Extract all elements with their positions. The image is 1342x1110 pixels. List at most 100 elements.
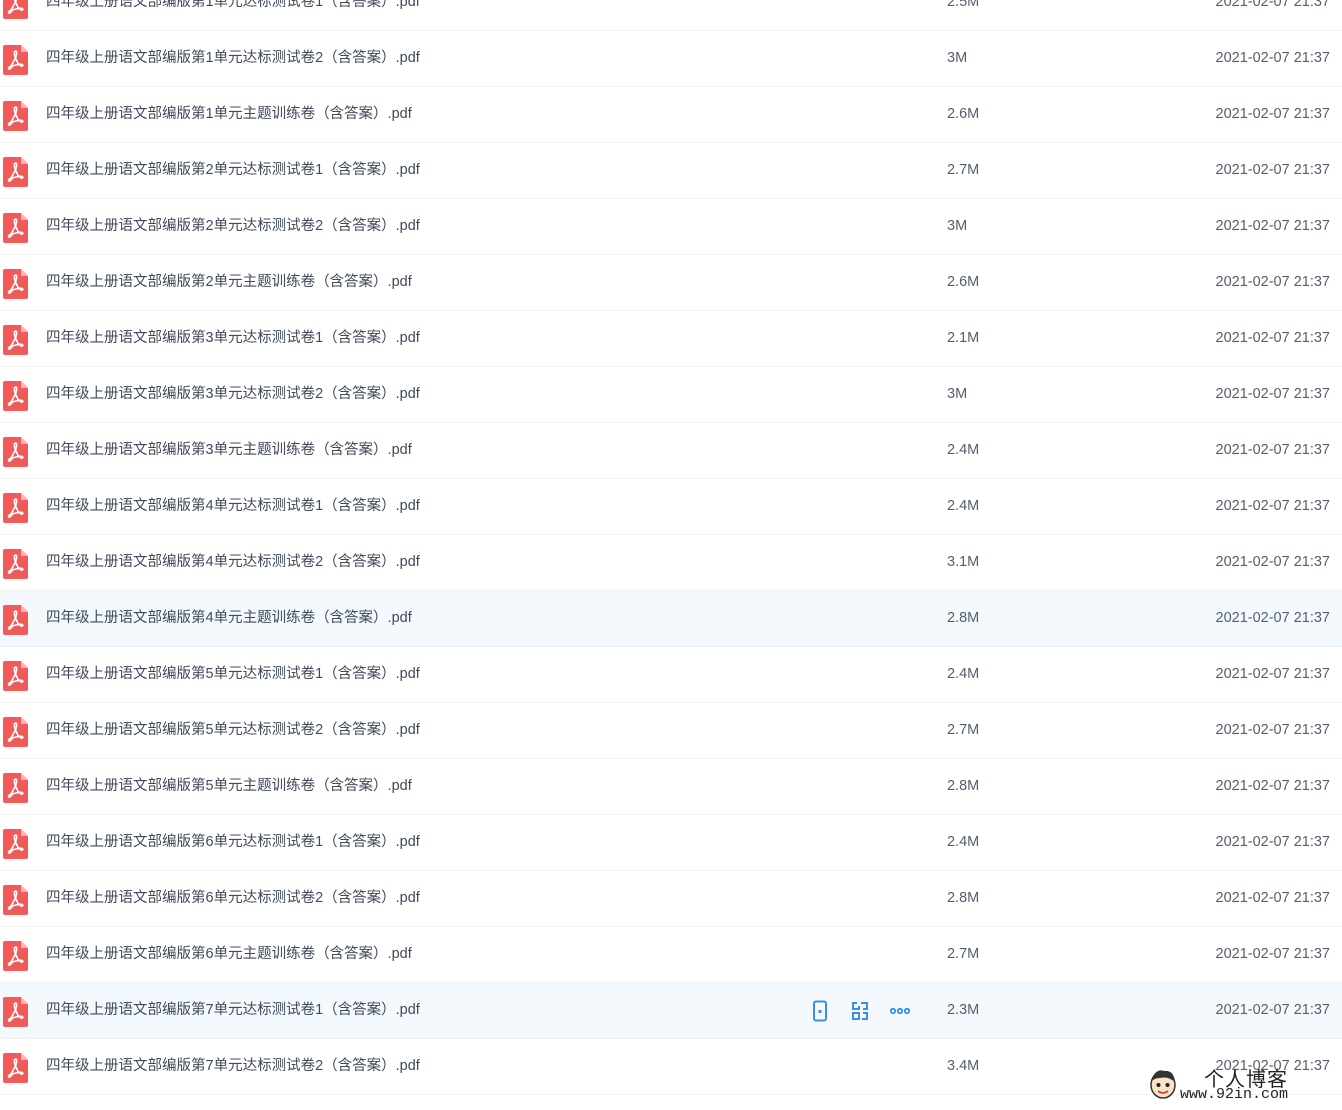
file-date: 2021-02-07 21:37 xyxy=(1215,834,1331,850)
file-row[interactable]: 四年级上册语文部编版第5单元达标测试卷1（含答案）.pdf 2.4M 2021-02… xyxy=(0,647,1342,703)
file-row[interactable]: 四年级上册语文部编版第7单元达标测试卷2（含答案）.pdf 3.4M 2021-02… xyxy=(0,1039,1342,1095)
file-size: 2.8M xyxy=(947,778,980,794)
file-name[interactable]: 四年级上册语文部编版第6单元主题训练卷（含答案）.pdf xyxy=(46,927,412,982)
file-name[interactable]: 四年级上册语文部编版第5单元达标测试卷1（含答案）.pdf xyxy=(46,647,420,702)
more-icon[interactable] xyxy=(888,999,912,1023)
file-row[interactable]: 四年级上册语文部编版第5单元主题训练卷（含答案）.pdf 2.8M 2021-02-… xyxy=(0,759,1342,815)
file-row[interactable]: 四年级上册语文部编版第2单元达标测试卷2（含答案）.pdf 3M 2021-02-0… xyxy=(0,199,1342,255)
file-row[interactable]: 四年级上册语文部编版第6单元主题训练卷（含答案）.pdf 2.7M 2021-02-… xyxy=(0,927,1342,983)
file-date: 2021-02-07 21:37 xyxy=(1215,778,1331,794)
file-name[interactable]: 四年级上册语文部编版第4单元达标测试卷1（含答案）.pdf xyxy=(46,479,420,534)
file-name[interactable]: 四年级上册语文部编版第1单元达标测试卷1（含答案）.pdf xyxy=(46,0,420,30)
file-date: 2021-02-07 21:37 xyxy=(1215,218,1331,234)
file-date: 2021-02-07 21:37 xyxy=(1215,722,1331,738)
file-size: 3.1M xyxy=(947,554,980,570)
pdf-icon xyxy=(3,1053,28,1083)
share-link-icon[interactable] xyxy=(848,999,872,1023)
file-name[interactable]: 四年级上册语文部编版第4单元达标测试卷2（含答案）.pdf xyxy=(46,535,420,590)
file-name[interactable]: 四年级上册语文部编版第5单元达标测试卷2（含答案）.pdf xyxy=(46,703,420,758)
pdf-icon xyxy=(3,157,28,187)
file-date: 2021-02-07 21:37 xyxy=(1215,0,1331,10)
file-size: 2.1M xyxy=(947,330,980,346)
pdf-icon xyxy=(3,45,28,75)
file-size: 2.3M xyxy=(947,1002,980,1018)
file-row[interactable]: 四年级上册语文部编版第2单元达标测试卷1（含答案）.pdf 2.7M 2021-02… xyxy=(0,143,1342,199)
pdf-icon xyxy=(3,269,28,299)
file-row[interactable]: 四年级上册语文部编版第2单元主题训练卷（含答案）.pdf 2.6M 2021-02-… xyxy=(0,255,1342,311)
pdf-icon xyxy=(3,829,28,859)
file-size: 2.4M xyxy=(947,498,980,514)
file-name[interactable]: 四年级上册语文部编版第3单元达标测试卷2（含答案）.pdf xyxy=(46,367,420,422)
watermark-url: www.92in.com xyxy=(1180,1086,1289,1103)
file-row[interactable]: 四年级上册语文部编版第3单元达标测试卷2（含答案）.pdf 3M 2021-02-0… xyxy=(0,367,1342,423)
file-name[interactable]: 四年级上册语文部编版第3单元达标测试卷1（含答案）.pdf xyxy=(46,311,420,366)
pdf-icon xyxy=(3,213,28,243)
pdf-icon xyxy=(3,493,28,523)
file-row[interactable]: 四年级上册语文部编版第1单元达标测试卷2（含答案）.pdf 3M 2021-02-0… xyxy=(0,31,1342,87)
pdf-icon xyxy=(3,661,28,691)
file-date: 2021-02-07 21:37 xyxy=(1215,162,1331,178)
file-row[interactable]: 四年级上册语文部编版第4单元达标测试卷2（含答案）.pdf 3.1M 2021-02… xyxy=(0,535,1342,591)
file-name[interactable]: 四年级上册语文部编版第7单元达标测试卷1（含答案）.pdf xyxy=(46,983,420,1038)
pdf-icon xyxy=(3,437,28,467)
file-name[interactable]: 四年级上册语文部编版第7单元达标测试卷2（含答案）.pdf xyxy=(46,1039,420,1094)
file-size: 2.7M xyxy=(947,946,980,962)
file-date: 2021-02-07 21:37 xyxy=(1215,610,1331,626)
file-date: 2021-02-07 21:37 xyxy=(1215,554,1331,570)
file-date: 2021-02-07 21:37 xyxy=(1215,946,1331,962)
file-row[interactable]: 四年级上册语文部编版第6单元达标测试卷2（含答案）.pdf 2.8M 2021-02… xyxy=(0,871,1342,927)
file-name[interactable]: 四年级上册语文部编版第2单元达标测试卷2（含答案）.pdf xyxy=(46,199,420,254)
file-row[interactable]: 四年级上册语文部编版第6单元达标测试卷1（含答案）.pdf 2.4M 2021-02… xyxy=(0,815,1342,871)
pdf-icon xyxy=(3,773,28,803)
file-row[interactable]: 四年级上册语文部编版第3单元达标测试卷1（含答案）.pdf 2.1M 2021-02… xyxy=(0,311,1342,367)
file-row[interactable]: 四年级上册语文部编版第3单元主题训练卷（含答案）.pdf 2.4M 2021-02-… xyxy=(0,423,1342,479)
file-size: 2.6M xyxy=(947,106,980,122)
file-row[interactable]: 四年级上册语文部编版第4单元达标测试卷1（含答案）.pdf 2.4M 2021-02… xyxy=(0,479,1342,535)
file-size: 2.4M xyxy=(947,442,980,458)
file-name[interactable]: 四年级上册语文部编版第6单元达标测试卷2（含答案）.pdf xyxy=(46,871,420,926)
file-row[interactable]: 四年级上册语文部编版第7单元达标测试卷1（含答案）.pdf 2.3M 2021-02… xyxy=(0,983,1342,1039)
file-row[interactable]: 四年级上册语文部编版第5单元达标测试卷2（含答案）.pdf 2.7M 2021-02… xyxy=(0,703,1342,759)
file-date: 2021-02-07 21:37 xyxy=(1215,274,1331,290)
file-date: 2021-02-07 21:37 xyxy=(1215,498,1331,514)
pdf-icon xyxy=(3,0,28,19)
file-name[interactable]: 四年级上册语文部编版第4单元主题训练卷（含答案）.pdf xyxy=(46,591,412,646)
file-name[interactable]: 四年级上册语文部编版第3单元主题训练卷（含答案）.pdf xyxy=(46,423,412,478)
pdf-icon xyxy=(3,997,28,1027)
file-row[interactable]: 四年级上册语文部编版第4单元主题训练卷（含答案）.pdf 2.8M 2021-02-… xyxy=(0,591,1342,647)
pdf-icon xyxy=(3,381,28,411)
file-name[interactable]: 四年级上册语文部编版第2单元达标测试卷1（含答案）.pdf xyxy=(46,143,420,198)
file-size: 2.4M xyxy=(947,834,980,850)
file-size: 3M xyxy=(947,218,968,234)
file-size: 2.8M xyxy=(947,890,980,906)
file-name[interactable]: 四年级上册语文部编版第2单元主题训练卷（含答案）.pdf xyxy=(46,255,412,310)
cartoon-face-icon xyxy=(1150,1070,1176,1099)
file-size: 2.5M xyxy=(947,0,980,10)
file-date: 2021-02-07 21:37 xyxy=(1215,890,1331,906)
file-size: 2.6M xyxy=(947,274,980,290)
file-date: 2021-02-07 21:37 xyxy=(1215,1002,1331,1018)
file-row[interactable]: 四年级上册语文部编版第1单元主题训练卷（含答案）.pdf 2.6M 2021-02-… xyxy=(0,87,1342,143)
file-size: 3M xyxy=(947,50,968,66)
pdf-icon xyxy=(3,101,28,131)
file-date: 2021-02-07 21:37 xyxy=(1215,442,1331,458)
file-list: 四年级上册语文部编版第1单元达标测试卷1（含答案）.pdf 2.5M 2021-02… xyxy=(0,0,1342,1095)
phone-icon[interactable] xyxy=(808,999,832,1023)
file-name[interactable]: 四年级上册语文部编版第1单元主题训练卷（含答案）.pdf xyxy=(46,87,412,142)
file-name[interactable]: 四年级上册语文部编版第6单元达标测试卷1（含答案）.pdf xyxy=(46,815,420,870)
file-size: 2.4M xyxy=(947,666,980,682)
file-row[interactable]: 四年级上册语文部编版第1单元达标测试卷1（含答案）.pdf 2.5M 2021-02… xyxy=(0,0,1342,31)
pdf-icon xyxy=(3,549,28,579)
file-date: 2021-02-07 21:37 xyxy=(1215,386,1331,402)
file-name[interactable]: 四年级上册语文部编版第1单元达标测试卷2（含答案）.pdf xyxy=(46,31,420,86)
watermark: 个人博客 www.92in.com xyxy=(1148,1066,1328,1106)
pdf-icon xyxy=(3,605,28,635)
pdf-icon xyxy=(3,941,28,971)
file-date: 2021-02-07 21:37 xyxy=(1215,666,1331,682)
pdf-icon xyxy=(3,885,28,915)
pdf-icon xyxy=(3,325,28,355)
file-name[interactable]: 四年级上册语文部编版第5单元主题训练卷（含答案）.pdf xyxy=(46,759,412,814)
file-size: 2.8M xyxy=(947,610,980,626)
file-size: 2.7M xyxy=(947,722,980,738)
file-size: 3M xyxy=(947,386,968,402)
